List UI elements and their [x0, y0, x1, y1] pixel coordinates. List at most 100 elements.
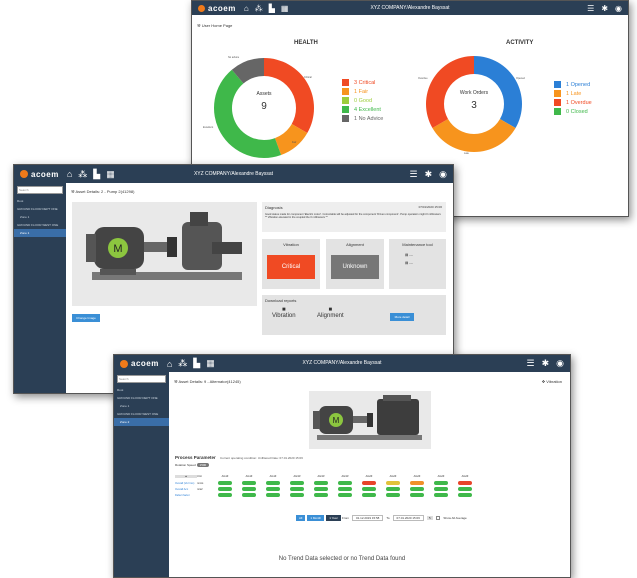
user-icon[interactable]: ◉ [556, 358, 564, 369]
sidebar-search-input[interactable]: Search [117, 375, 166, 383]
status-pill[interactable] [338, 487, 352, 491]
download-vibration[interactable]: ■ Vibration [272, 307, 296, 319]
status-pill[interactable] [338, 493, 352, 497]
report-icon[interactable]: ▙ [93, 169, 100, 180]
settings-icon[interactable]: ✱ [601, 4, 608, 13]
settings-icon[interactable]: ✱ [542, 358, 550, 369]
status-pill[interactable] [386, 493, 400, 497]
sidebar-search-input[interactable]: Search [17, 186, 63, 194]
to-date-input[interactable]: 07.01.2020 15:06 [392, 515, 424, 521]
status-pill[interactable] [410, 487, 424, 491]
home-icon[interactable]: ⌂ [67, 169, 72, 179]
status-pill[interactable] [218, 493, 232, 497]
column-header[interactable]: AG1R [333, 475, 357, 478]
legend-item[interactable]: 3 Critical [342, 79, 383, 86]
tree-item-selected[interactable]: Zone 2 [114, 418, 169, 426]
report-icon[interactable]: ▙ [269, 4, 275, 13]
column-header[interactable]: AG2Z [405, 475, 429, 478]
maintenance-row[interactable]: ▤ --- [405, 253, 430, 257]
legend-item[interactable]: 1 Opened [554, 81, 592, 88]
status-pill[interactable] [266, 481, 280, 485]
report-icon[interactable]: ▙ [193, 358, 200, 369]
calendar-icon[interactable]: ▦ [206, 358, 215, 369]
row-name[interactable]: Defect factor [175, 494, 197, 497]
tree-item[interactable]: GROUND FLOOR DEPT ONE [114, 394, 169, 402]
status-pill[interactable] [242, 481, 256, 485]
status-pill[interactable] [458, 493, 472, 497]
status-pill[interactable] [290, 487, 304, 491]
user-icon[interactable]: ◉ [615, 4, 622, 13]
legend-item[interactable]: 1 Late [554, 90, 592, 97]
menu-icon[interactable]: ☰ [527, 358, 535, 369]
column-header[interactable]: AG2Z [429, 475, 453, 478]
home-icon[interactable]: ⌂ [244, 4, 249, 13]
show-average-checkbox[interactable] [436, 516, 441, 520]
maintenance-row[interactable]: ▤ --- [405, 261, 430, 265]
legend-item[interactable]: 4 Excellent [342, 106, 383, 113]
calendar-icon[interactable]: ▦ [281, 4, 289, 13]
refresh-icon[interactable]: ↻ [426, 516, 434, 520]
vibration-link[interactable]: ✥ Vibration [542, 379, 562, 384]
status-pill[interactable] [314, 493, 328, 497]
column-header[interactable]: AG2Z [381, 475, 405, 478]
row-name[interactable]: Overall (Vel rms) [175, 482, 197, 485]
network-icon[interactable]: ⁂ [178, 358, 187, 369]
status-pill[interactable] [434, 487, 448, 491]
status-pill[interactable] [242, 487, 256, 491]
column-header[interactable]: AG2Z [357, 475, 381, 478]
tree-item[interactable]: GROUND FLOOR WEST ONE [14, 221, 66, 229]
legend-item[interactable]: 1 Overdue [554, 99, 592, 106]
legend-item[interactable]: 1 No Advice [342, 115, 383, 122]
donut-segment[interactable] [214, 69, 282, 158]
status-pill[interactable] [290, 493, 304, 497]
status-pill[interactable] [338, 481, 352, 485]
donut-segment[interactable] [432, 119, 516, 152]
status-pill[interactable] [386, 481, 400, 485]
status-pill[interactable] [434, 493, 448, 497]
column-header[interactable]: AG1Z [213, 475, 237, 478]
status-pill[interactable] [362, 481, 376, 485]
status-pill[interactable] [458, 487, 472, 491]
column-header[interactable]: AG1R [309, 475, 333, 478]
menu-icon[interactable]: ☰ [587, 4, 594, 13]
status-pill[interactable] [266, 493, 280, 497]
period-button-all[interactable]: All [296, 515, 306, 521]
status-pill[interactable] [218, 481, 232, 485]
rotation-speed-value[interactable]: 1500 [196, 463, 210, 467]
download-alignment[interactable]: ■ Alignment [317, 307, 344, 319]
period-button-year[interactable]: 1 Year [326, 515, 341, 521]
period-button-month[interactable]: 1 Month [307, 515, 325, 521]
status-pill[interactable] [434, 481, 448, 485]
status-pill[interactable] [242, 493, 256, 497]
column-header[interactable]: AG1Z [261, 475, 285, 478]
status-pill[interactable] [362, 493, 376, 497]
status-pill[interactable] [266, 487, 280, 491]
menu-icon[interactable]: ☰ [410, 169, 418, 180]
status-pill[interactable] [362, 487, 376, 491]
settings-icon[interactable]: ✱ [425, 169, 433, 180]
more-detail-button[interactable]: More detail [390, 313, 414, 321]
legend-item[interactable]: 0 Closed [554, 108, 592, 115]
brand-logo[interactable]: acoem [198, 4, 236, 13]
home-icon[interactable]: ⌂ [167, 359, 172, 369]
column-header[interactable]: AG1R [285, 475, 309, 478]
tree-item[interactable]: GROUND FLOOR WEST ONE [114, 410, 169, 418]
change-image-button[interactable]: Change Image [72, 314, 100, 322]
vibration-panel[interactable]: Vibration Critical [262, 239, 320, 289]
column-header[interactable]: AG2Z [453, 475, 477, 478]
brand-logo[interactable]: acoem [20, 170, 59, 179]
tree-item[interactable]: Zone 1 [114, 402, 169, 410]
tree-item-selected[interactable]: Zone 1 [14, 229, 66, 237]
status-pill[interactable] [386, 487, 400, 491]
collapse-button[interactable]: ▲ [175, 474, 197, 478]
status-pill[interactable] [410, 481, 424, 485]
legend-item[interactable]: 0 Good [342, 97, 383, 104]
tree-item[interactable]: Root [114, 386, 169, 394]
legend-item[interactable]: 1 Fair [342, 88, 383, 95]
column-header[interactable]: AG1Z [237, 475, 261, 478]
tree-item[interactable]: GROUND FLOOR DEPT ONE [14, 205, 66, 213]
calendar-icon[interactable]: ▦ [106, 169, 115, 180]
tree-item[interactable]: Zone 1 [14, 213, 66, 221]
status-pill[interactable] [410, 493, 424, 497]
alignment-panel[interactable]: Alignment Unknown [326, 239, 384, 289]
